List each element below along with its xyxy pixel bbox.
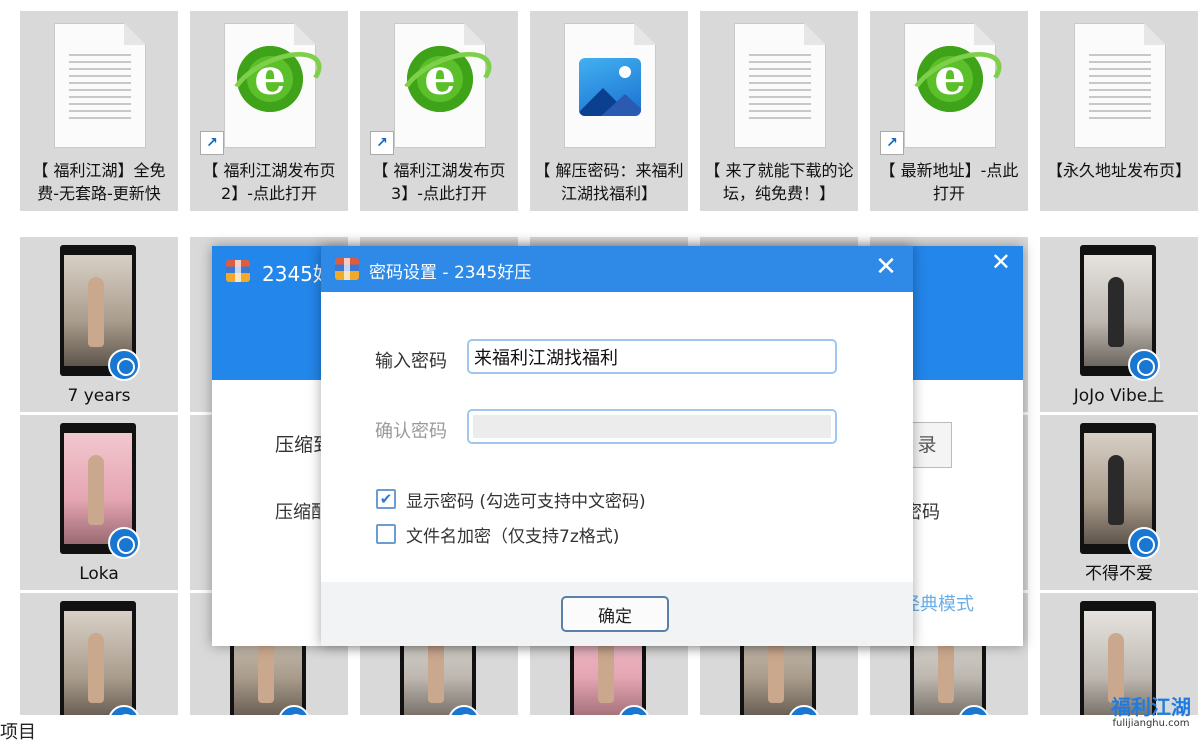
document-icon: e (904, 23, 996, 148)
browser-icon: e (407, 46, 473, 112)
file-item[interactable]: e ↗ 【 最新地址】-点此打开 (870, 11, 1028, 211)
file-label: 不得不爱 (1085, 564, 1153, 584)
text-document-icon (734, 23, 826, 148)
image-file-icon (579, 58, 641, 116)
file-item[interactable]: 【 来了就能下载的论坛，纯免费！】 (700, 11, 858, 211)
video-player-icon (1128, 349, 1160, 381)
browser-icon: e (917, 46, 983, 112)
confirm-password-label: 确认密码 (375, 421, 447, 442)
password-label: 输入密码 (375, 351, 447, 372)
video-item[interactable]: Loka (20, 415, 178, 590)
checkmark-icon: ✔ (379, 490, 393, 508)
file-label: 【 福利江湖】全免费-无套路-更新快 (32, 161, 166, 203)
show-password-checkbox[interactable]: ✔ (376, 489, 396, 509)
watermark-url: fulijianghu.com (1112, 718, 1190, 729)
video-thumbnail (60, 601, 136, 715)
close-icon[interactable]: ✕ (871, 252, 901, 282)
close-icon[interactable]: ✕ (991, 248, 1011, 276)
status-bar-count: 项目 (0, 722, 36, 743)
text-document-icon (1074, 23, 1166, 148)
password-input[interactable] (467, 339, 837, 374)
file-label: 7 years (67, 386, 131, 406)
file-item[interactable]: 【 解压密码：来福利江湖找福利】 (530, 11, 688, 211)
app-logo-icon (226, 260, 250, 282)
file-label: 【 来了就能下载的论坛，纯免费！】 (704, 161, 854, 203)
video-item[interactable]: JoJo Vibe上 (1040, 237, 1198, 412)
watermark-logo: 福利江湖 fulijianghu.com (1111, 696, 1191, 730)
video-item[interactable]: 不得不爱 (1040, 415, 1198, 590)
file-label: 【 福利江湖发布页3】-点此打开 (372, 161, 506, 203)
video-player-icon (108, 349, 140, 381)
document-icon: e (394, 23, 486, 148)
shortcut-arrow-icon: ↗ (880, 131, 904, 155)
confirm-password-input[interactable] (467, 409, 837, 444)
watermark-title: 福利江湖 (1111, 695, 1191, 719)
encrypt-filenames-label[interactable]: 文件名加密（仅支持7z格式) (406, 522, 619, 547)
file-item[interactable]: 【 福利江湖】全免费-无套路-更新快 (20, 11, 178, 211)
video-item[interactable]: 7 years (20, 237, 178, 412)
ok-button[interactable]: 确定 (561, 596, 669, 632)
file-label: 【永久地址发布页】 (1046, 161, 1191, 180)
shortcut-arrow-icon: ↗ (200, 131, 224, 155)
file-label: JoJo Vibe上 (1073, 386, 1165, 406)
file-item[interactable]: 【永久地址发布页】 (1040, 11, 1198, 211)
encrypt-filenames-checkbox[interactable] (376, 524, 396, 544)
file-label: 【 福利江湖发布页2】-点此打开 (202, 161, 336, 203)
file-label: Loka (79, 564, 119, 584)
file-item[interactable]: e ↗ 【 福利江湖发布页3】-点此打开 (360, 11, 518, 211)
file-label: 【 最新地址】-点此打开 (879, 161, 1019, 203)
file-item[interactable]: e ↗ 【 福利江湖发布页2】-点此打开 (190, 11, 348, 211)
document-icon (564, 23, 656, 148)
dialog-titlebar: 密码设置 - 2345好压 ✕ (321, 246, 913, 292)
video-item[interactable] (20, 593, 178, 715)
browser-icon: e (237, 46, 303, 112)
dialog-title: 密码设置 - 2345好压 (369, 263, 532, 283)
file-label: 【 解压密码：来福利江湖找福利】 (534, 161, 684, 203)
document-icon: e (224, 23, 316, 148)
text-document-icon (54, 23, 146, 148)
app-logo-icon (335, 258, 359, 280)
password-dialog: 密码设置 - 2345好压 ✕ 输入密码 确认密码 ✔ 显示密码 (勾选可支持中… (321, 246, 913, 646)
show-password-label[interactable]: 显示密码 (勾选可支持中文密码) (406, 487, 646, 512)
video-player-icon (108, 527, 140, 559)
shortcut-arrow-icon: ↗ (370, 131, 394, 155)
video-player-icon (1128, 527, 1160, 559)
